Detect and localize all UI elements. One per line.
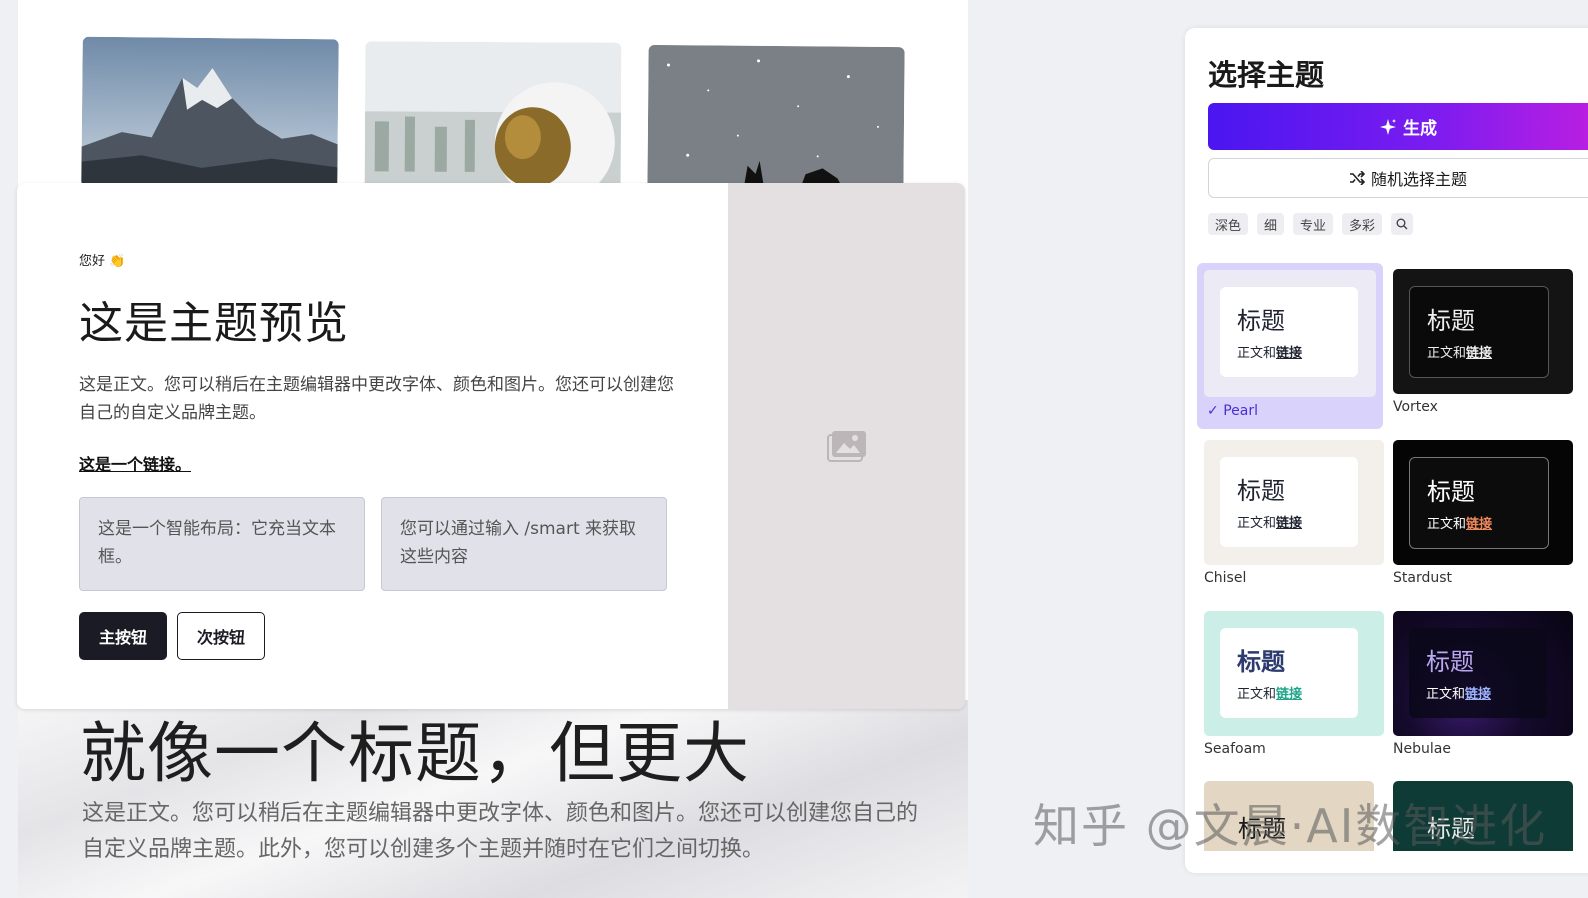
filter-chip-colorful[interactable]: 多彩 [1342,213,1383,235]
filter-chip-thin[interactable]: 细 [1257,213,1285,235]
filter-chip-dark[interactable]: 深色 [1208,213,1249,235]
image-placeholder [728,183,965,709]
generate-button[interactable]: 生成 [1208,103,1588,150]
theme-thumbnail: 标题 正文和链接 [1204,270,1376,397]
watermark: 知乎 @文晨·AI数智进化 [1033,799,1548,853]
preview-content: 您好 👏 这是主题预览 这是正文。您可以稍后在主题编辑器中更改字体、颜色和图片。… [17,183,728,709]
theme-name-chisel: Chisel [1204,570,1247,586]
panel-title: 选择主题 [1208,58,1325,92]
primary-button[interactable]: 主按钮 [79,612,167,660]
theme-card-nebulae[interactable]: 标题 正文和链接 Nebulae [1393,611,1573,757]
theme-sample-link: 链接 [1466,517,1493,532]
night-sky-photo [647,44,905,198]
shuffle-icon [1349,171,1365,185]
search-icon [1396,218,1408,230]
theme-sample-body: 正文和链接 [1427,513,1492,532]
theme-name-vortex: Vortex [1393,399,1438,415]
smart-layout-box: 您可以通过输入 /smart 来获取这些内容 [381,497,667,591]
theme-sample-body: 正文和链接 [1426,683,1491,702]
preview-body-text: 这是正文。您可以稍后在主题编辑器中更改字体、颜色和图片。您还可以创建您自己的自定… [79,375,674,423]
theme-mini-card: 标题 正文和链接 [1220,287,1358,377]
theme-thumbnail: 标题 正文和链接 [1393,269,1573,394]
theme-sample-body: 正文和链接 [1237,683,1302,702]
secondary-button[interactable]: 次按钮 [177,612,265,660]
theme-name-nebulae: Nebulae [1393,741,1451,757]
theme-sample-link: 链接 [1466,346,1493,361]
theme-name-seafoam: Seafoam [1204,741,1266,757]
theme-sample-text: 正文和 [1237,346,1277,361]
theme-sample-body: 正文和链接 [1427,342,1492,361]
theme-thumbnail: 标题 正文和链接 [1393,440,1573,565]
theme-picker-panel: 选择主题 生成 随机选择主题 深色 细 专业 多彩 标题 正文和链接 ✓ Pea… [1185,28,1588,873]
greeting-text: 您好 👏 [79,254,126,269]
theme-card-chisel[interactable]: 标题 正文和链接 Chisel [1204,440,1384,586]
theme-sample-body: 正文和链接 [1237,512,1302,531]
theme-preview-card: 您好 👏 这是主题预览 这是正文。您可以稍后在主题编辑器中更改字体、颜色和图片。… [17,183,965,709]
sparkle-icon [1380,118,1396,135]
theme-name-stardust: Stardust [1393,570,1453,586]
theme-sample-text: 正文和 [1237,687,1277,702]
theme-name-label: Pearl [1223,403,1258,419]
theme-mini-card: 标题 正文和链接 [1409,628,1547,718]
theme-card-pearl[interactable]: 标题 正文和链接 ✓ Pearl [1197,263,1383,429]
theme-sample-text: 正文和 [1237,516,1277,531]
preview-link[interactable]: 这是一个链接。 [79,451,191,475]
background-body-text: 这是正文。您可以稍后在主题编辑器中更改字体、颜色和图片。您还可以创建您自己的自定… [82,801,919,862]
theme-name-pearl: ✓ Pearl [1207,403,1258,419]
theme-sample-body: 正文和链接 [1237,342,1302,361]
theme-sample-title: 标题 [1237,648,1285,676]
theme-sample-title: 标题 [1427,478,1475,506]
theme-sample-title: 标题 [1237,477,1285,505]
theme-card-seafoam[interactable]: 标题 正文和链接 Seafoam [1204,611,1384,757]
random-theme-label: 随机选择主题 [1370,170,1467,189]
theme-sample-link: 链接 [1276,687,1303,702]
large-heading: 就像一个标题，但更大 [80,715,750,792]
mountain-photo [81,36,339,190]
theme-sample-link: 链接 [1276,516,1303,531]
theme-mini-card: 标题 正文和链接 [1409,457,1549,549]
generate-label: 生成 [1403,119,1437,139]
theme-sample-text: 正文和 [1427,346,1467,361]
filter-chip-professional[interactable]: 专业 [1293,213,1334,235]
theme-thumbnail: 标题 正文和链接 [1393,611,1573,736]
random-theme-button[interactable]: 随机选择主题 [1208,158,1588,198]
theme-thumbnail: 标题 正文和链接 [1204,611,1384,736]
theme-thumbnail: 标题 正文和链接 [1204,440,1384,565]
theme-sample-title: 标题 [1237,307,1285,335]
theme-sample-link: 链接 [1465,687,1492,702]
filter-chips: 深色 细 专业 多彩 [1208,213,1414,235]
theme-sample-text: 正文和 [1426,687,1466,702]
theme-sample-text: 正文和 [1427,517,1467,532]
theme-card-stardust[interactable]: 标题 正文和链接 Stardust [1393,440,1573,586]
smart-layout-box: 这是一个智能布局：它充当文本框。 [79,497,365,591]
astronaut-photo [364,41,622,193]
check-icon: ✓ [1207,403,1224,419]
filter-search-button[interactable] [1391,213,1414,235]
theme-sample-title: 标题 [1426,648,1474,676]
theme-card-vortex[interactable]: 标题 正文和链接 Vortex [1393,269,1573,415]
theme-sample-link: 链接 [1276,346,1303,361]
theme-mini-card: 标题 正文和链接 [1220,457,1358,547]
theme-mini-card: 标题 正文和链接 [1409,286,1549,378]
theme-sample-title: 标题 [1427,307,1475,335]
preview-title: 这是主题预览 [79,298,349,349]
theme-mini-card: 标题 正文和链接 [1220,628,1358,718]
image-icon [826,431,866,462]
